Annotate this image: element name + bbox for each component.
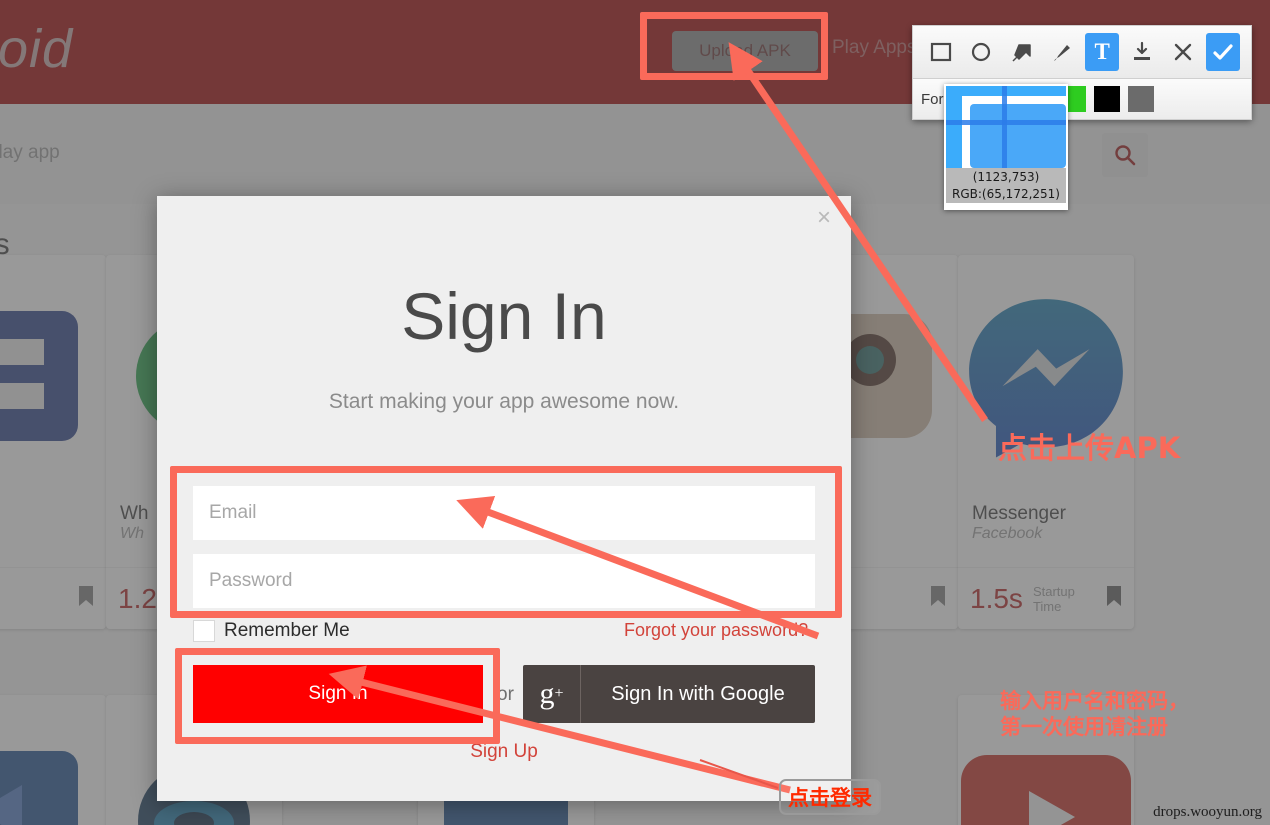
magnifier-coords: (1123,753) bbox=[972, 170, 1040, 184]
toolbar-tools-row: T bbox=[912, 25, 1252, 78]
dialog-title: Sign In bbox=[401, 279, 607, 353]
google-button-label: Sign In with Google bbox=[611, 682, 785, 705]
text-icon-label: T bbox=[1094, 39, 1110, 64]
password-field[interactable] bbox=[193, 554, 815, 608]
swatch-gray[interactable] bbox=[1127, 86, 1154, 112]
or-separator-label: or bbox=[497, 684, 514, 705]
magnifier-info: (1123,753) RGB:(65,172,251) bbox=[946, 168, 1066, 203]
confirm-check-icon[interactable] bbox=[1205, 33, 1240, 71]
arrow-icon[interactable] bbox=[1005, 33, 1039, 71]
forgot-password-link[interactable]: Forgot your password? bbox=[624, 620, 808, 641]
sign-in-button[interactable]: Sign In bbox=[193, 665, 483, 723]
remember-me-label: Remember Me bbox=[224, 620, 350, 641]
sign-up-link[interactable]: Sign Up bbox=[157, 741, 851, 763]
google-plus-icon: g + bbox=[523, 665, 581, 723]
brush-icon[interactable] bbox=[1045, 33, 1079, 71]
screenshot-root: ps Wh Wh bbox=[0, 0, 1270, 825]
ellipse-icon[interactable] bbox=[964, 33, 998, 71]
format-label: For bbox=[921, 90, 944, 108]
swatch-black[interactable] bbox=[1093, 86, 1120, 112]
email-field[interactable] bbox=[193, 486, 815, 540]
sign-in-dialog: × Sign In Start making your app awesome … bbox=[157, 196, 851, 801]
close-icon[interactable] bbox=[1166, 33, 1200, 71]
magnifier-rgb: RGB:(65,172,251) bbox=[952, 187, 1060, 201]
save-icon[interactable] bbox=[1125, 33, 1159, 71]
dialog-subtitle: Start making your app awesome now. bbox=[328, 390, 680, 413]
text-icon[interactable]: T bbox=[1085, 33, 1120, 71]
magnifier-view bbox=[946, 86, 1066, 168]
remember-me-checkbox[interactable] bbox=[193, 620, 215, 642]
color-picker-magnifier: (1123,753) RGB:(65,172,251) bbox=[944, 84, 1068, 210]
google-plus-sup: + bbox=[554, 685, 564, 702]
close-icon[interactable]: × bbox=[811, 206, 837, 232]
sign-in-with-google-button[interactable]: g + Sign In with Google bbox=[523, 665, 815, 723]
rectangle-icon[interactable] bbox=[924, 33, 958, 71]
